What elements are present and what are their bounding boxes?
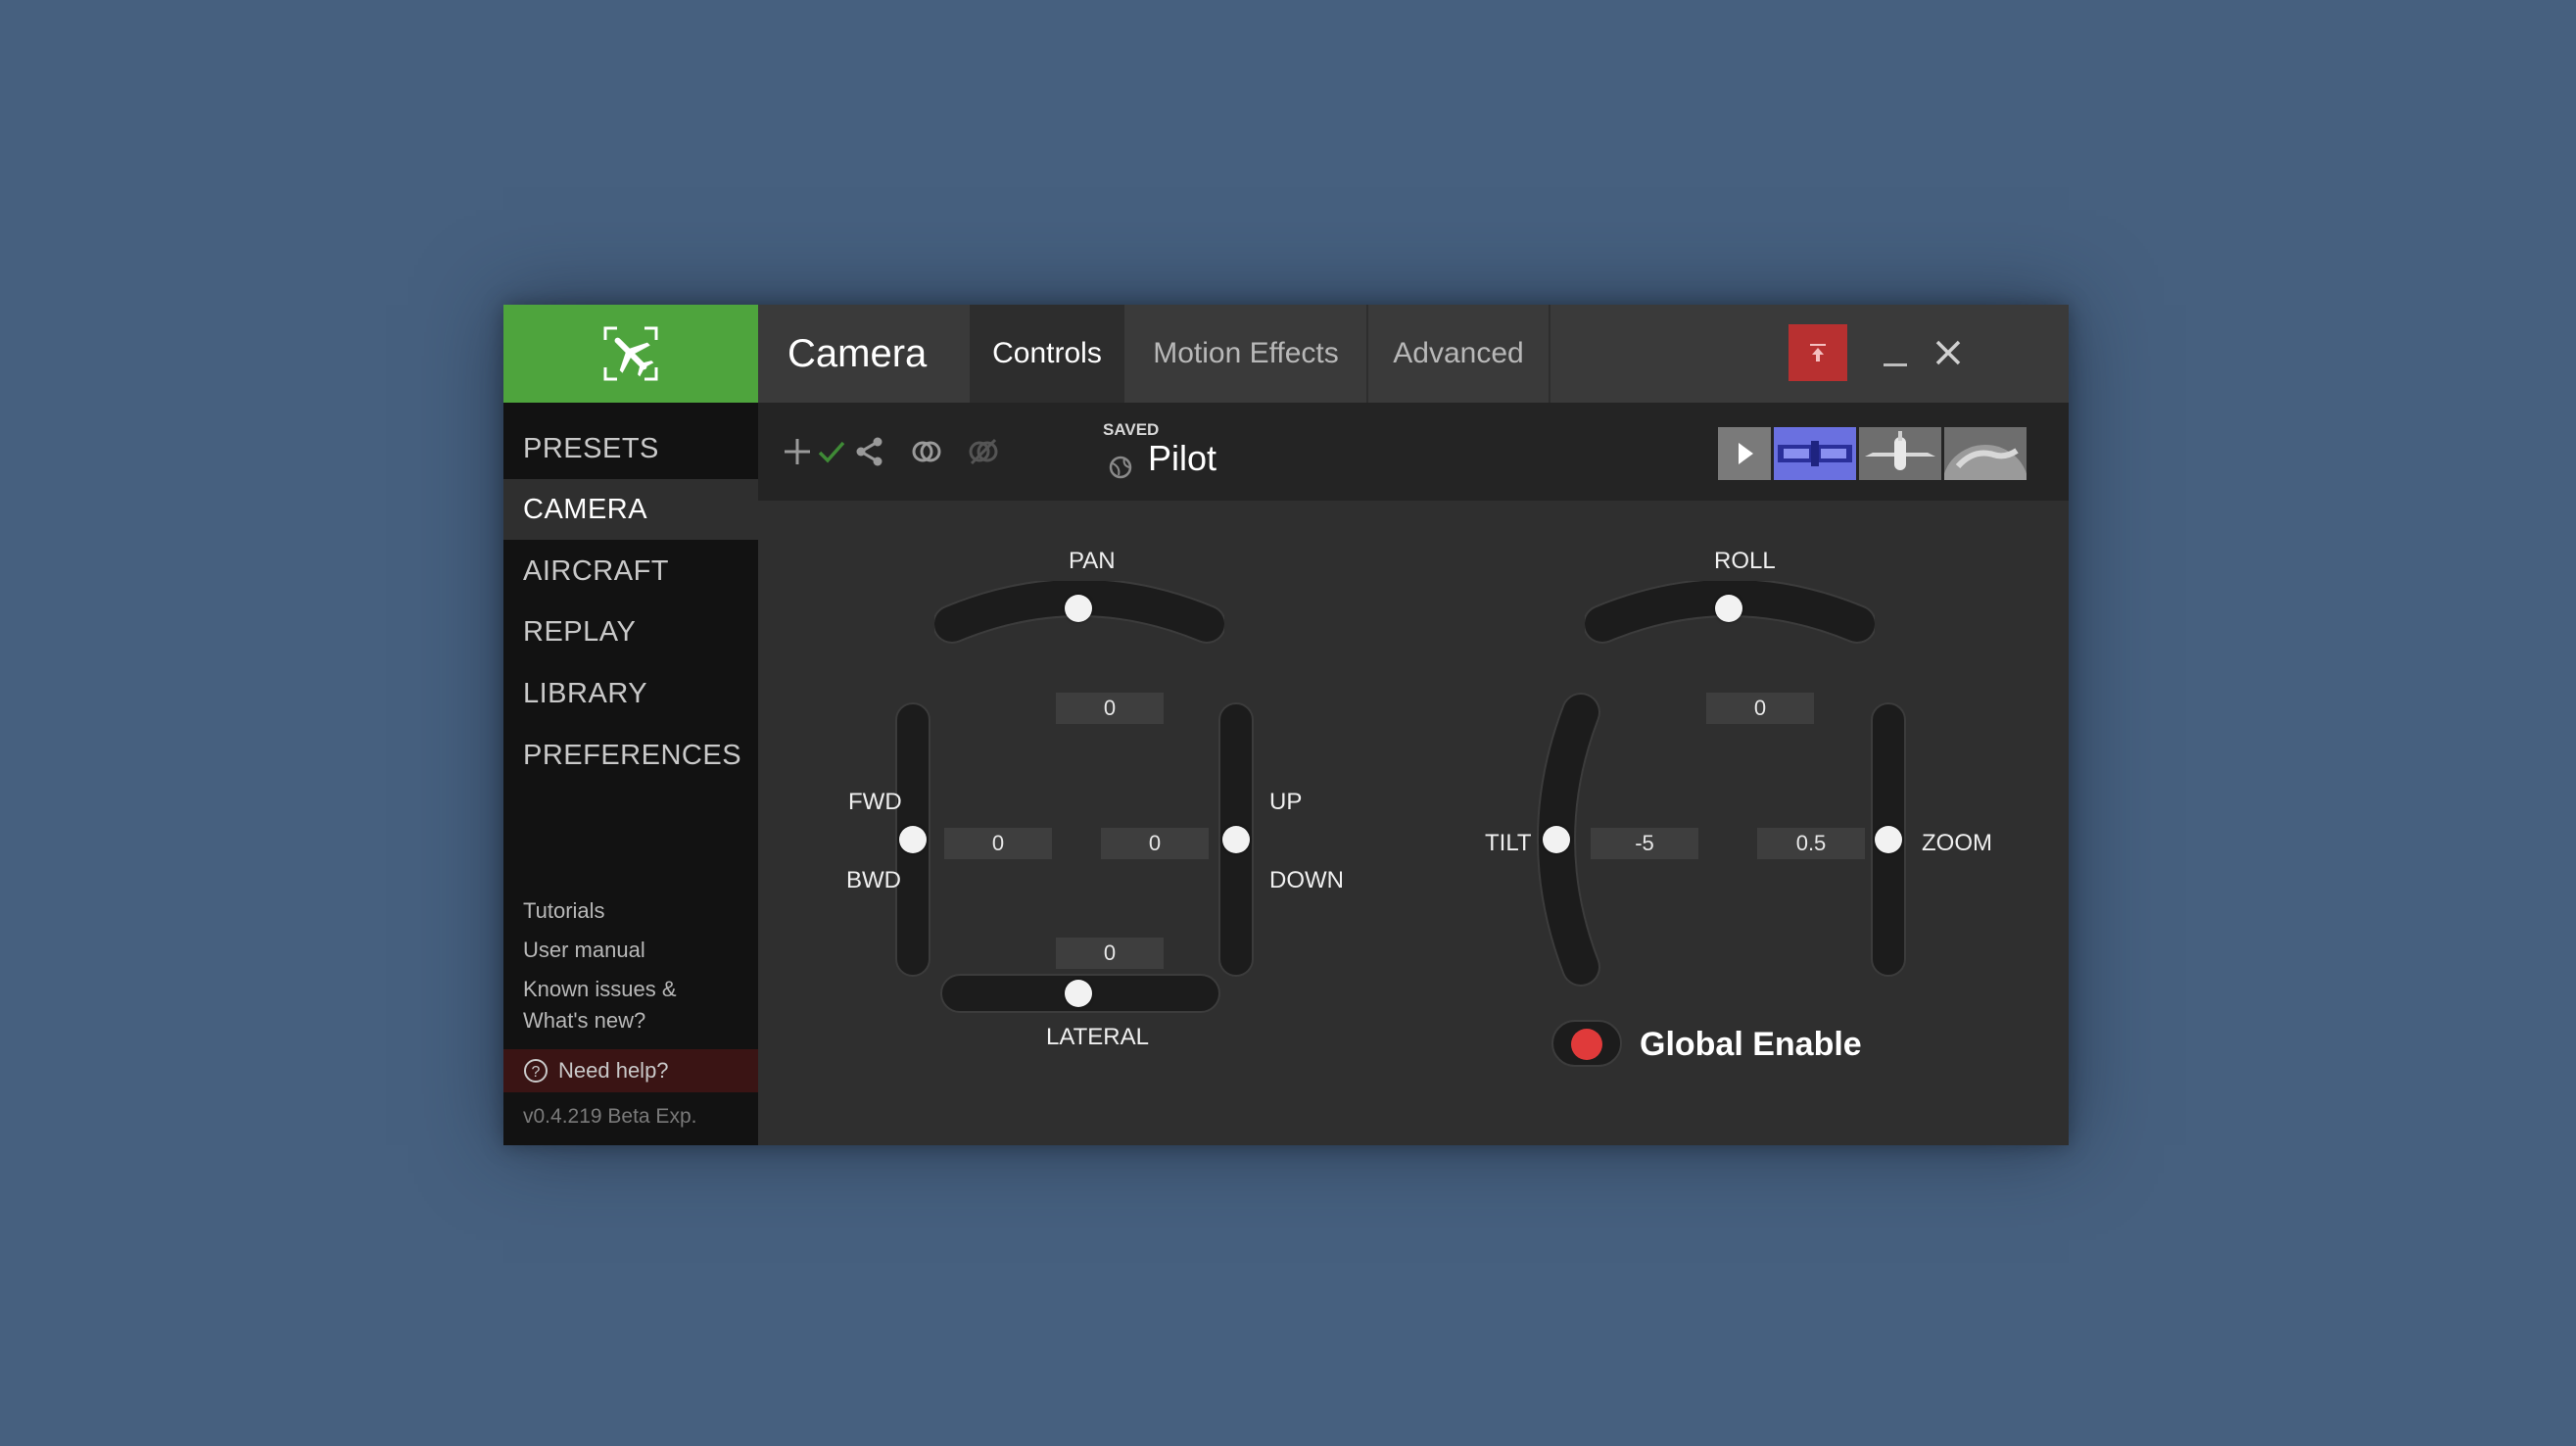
plus-icon[interactable] bbox=[780, 434, 815, 469]
cockpit-view-icon bbox=[1774, 427, 1856, 480]
global-enable-indicator bbox=[1571, 1029, 1602, 1060]
airplane-focus-icon bbox=[603, 326, 658, 381]
tilt-slider-knob[interactable] bbox=[1543, 826, 1570, 853]
world-view-icon bbox=[1942, 427, 2028, 527]
roll-value[interactable]: 0 bbox=[1706, 693, 1814, 724]
zoom-label: ZOOM bbox=[1922, 830, 1992, 856]
sidebar-item-preferences[interactable]: PREFERENCES bbox=[503, 725, 758, 786]
pan-label: PAN bbox=[1069, 548, 1116, 574]
question-circle-icon: ? bbox=[524, 1059, 548, 1083]
close-icon bbox=[1935, 340, 1961, 365]
up-label: UP bbox=[1269, 789, 1303, 815]
whats-new-link[interactable]: What's new? bbox=[523, 1005, 645, 1036]
tab-separator bbox=[1549, 305, 1550, 403]
app-window: PRESETS CAMERA AIRCRAFT REPLAY LIBRARY P… bbox=[503, 305, 2069, 1145]
bwd-label: BWD bbox=[846, 867, 901, 893]
roll-slider-knob[interactable] bbox=[1715, 595, 1742, 622]
zoom-slider-knob[interactable] bbox=[1875, 826, 1902, 853]
tab-controls[interactable]: Controls bbox=[970, 305, 1124, 403]
page-title: Camera bbox=[787, 332, 928, 375]
cockpit-view-button[interactable] bbox=[1774, 427, 1856, 480]
tab-advanced[interactable]: Advanced bbox=[1368, 305, 1549, 403]
pan-value[interactable]: 0 bbox=[1056, 693, 1164, 724]
aircraft-view-button[interactable] bbox=[1859, 427, 1941, 480]
saved-status-label: SAVED bbox=[1103, 420, 1160, 439]
svg-text:?: ? bbox=[532, 1064, 541, 1081]
down-label: DOWN bbox=[1269, 867, 1344, 893]
title-bar: Camera Controls Motion Effects Advanced bbox=[758, 305, 2069, 403]
up-down-value[interactable]: 0 bbox=[1101, 828, 1209, 859]
share-icon[interactable] bbox=[852, 434, 887, 469]
version-label: v0.4.219 Beta Exp. bbox=[523, 1105, 697, 1128]
fwd-bwd-slider-knob[interactable] bbox=[899, 826, 927, 853]
sidebar-item-library[interactable]: LIBRARY bbox=[503, 663, 758, 724]
pan-slider-knob[interactable] bbox=[1065, 595, 1092, 622]
fwd-label: FWD bbox=[848, 789, 902, 815]
known-issues-link[interactable]: Known issues & bbox=[523, 974, 677, 1005]
camera-controls-panel: PAN 0 FWD BWD 0 UP DOWN 0 0 LATERAL ROLL… bbox=[758, 501, 2069, 1145]
play-icon bbox=[1739, 443, 1753, 464]
sidebar-item-replay[interactable]: REPLAY bbox=[503, 602, 758, 662]
need-help-label: Need help? bbox=[558, 1058, 669, 1083]
tutorials-link[interactable]: Tutorials bbox=[523, 895, 605, 927]
sidebar-item-aircraft[interactable]: AIRCRAFT bbox=[503, 541, 758, 602]
preset-toolbar: SAVED Pilot bbox=[758, 403, 2069, 527]
lateral-label: LATERAL bbox=[1046, 1024, 1149, 1050]
pin-top-button[interactable] bbox=[1789, 324, 1847, 381]
app-logo[interactable] bbox=[503, 305, 758, 403]
global-enable-toggle[interactable] bbox=[1551, 1020, 1622, 1067]
tilt-label: TILT bbox=[1485, 830, 1532, 856]
minimize-icon bbox=[1884, 363, 1907, 366]
aircraft-view-icon bbox=[1859, 427, 1941, 480]
zoom-value[interactable]: 0.5 bbox=[1757, 828, 1865, 859]
tilt-value[interactable]: -5 bbox=[1591, 828, 1698, 859]
check-icon[interactable] bbox=[814, 434, 849, 469]
global-enable-label[interactable]: Global Enable bbox=[1640, 1026, 1862, 1064]
need-help-button[interactable]: ? Need help? bbox=[503, 1049, 758, 1092]
pin-top-icon bbox=[1810, 344, 1826, 362]
preset-name: Pilot bbox=[1148, 438, 1217, 478]
user-manual-link[interactable]: User manual bbox=[523, 935, 645, 966]
roll-label: ROLL bbox=[1714, 548, 1776, 574]
sidebar: PRESETS CAMERA AIRCRAFT REPLAY LIBRARY P… bbox=[503, 305, 758, 1145]
minimize-button[interactable] bbox=[1870, 324, 1919, 381]
sidebar-item-camera[interactable]: CAMERA bbox=[503, 479, 758, 540]
lateral-slider-knob[interactable] bbox=[1065, 980, 1092, 1007]
tab-motion-effects[interactable]: Motion Effects bbox=[1124, 305, 1367, 403]
sidebar-item-presets[interactable]: PRESETS bbox=[503, 418, 758, 479]
play-button[interactable] bbox=[1718, 427, 1771, 480]
unlink-icon[interactable] bbox=[966, 434, 1001, 469]
up-down-slider-knob[interactable] bbox=[1222, 826, 1250, 853]
fwd-bwd-value[interactable]: 0 bbox=[944, 828, 1052, 859]
globe-icon bbox=[1109, 456, 1132, 479]
close-button[interactable] bbox=[1924, 324, 1973, 381]
link-icon[interactable] bbox=[909, 434, 944, 469]
world-view-button[interactable] bbox=[1942, 427, 2028, 527]
lateral-value[interactable]: 0 bbox=[1056, 938, 1164, 969]
